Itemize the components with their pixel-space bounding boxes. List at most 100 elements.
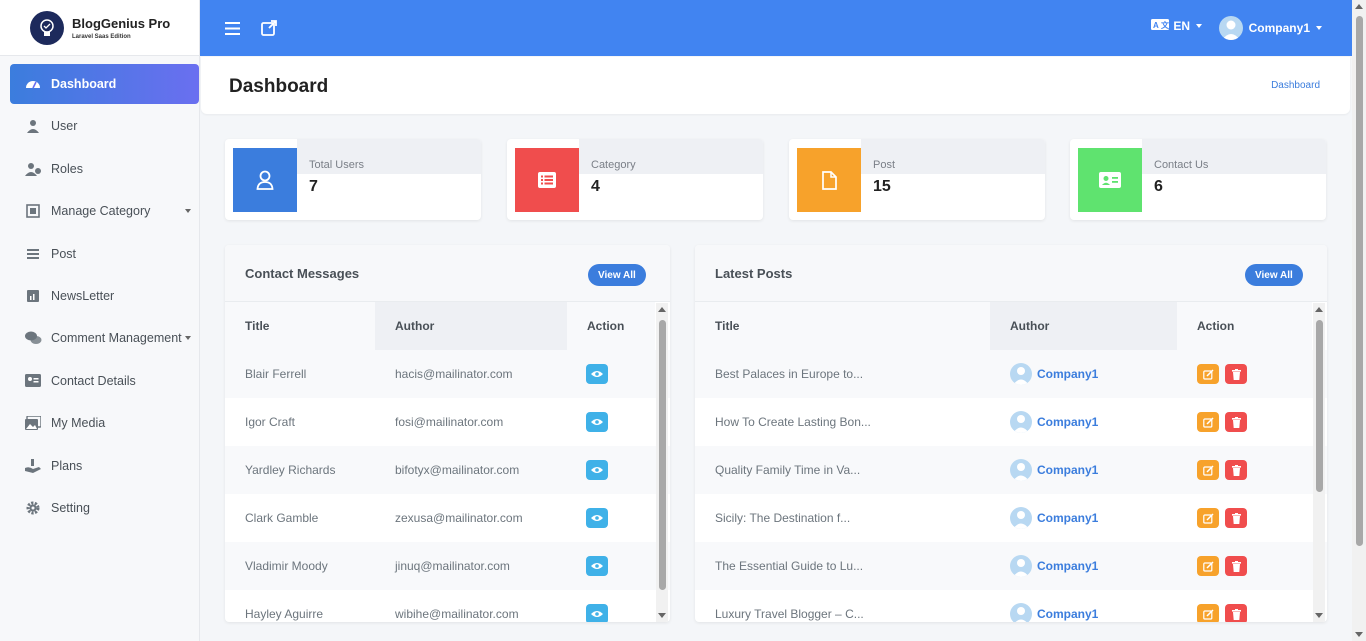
sidebar-item-dashboard[interactable]: Dashboard xyxy=(10,64,199,104)
dashboard-icon xyxy=(24,75,42,93)
eye-icon xyxy=(591,515,603,521)
id-card-icon xyxy=(1078,148,1142,212)
user-menu[interactable]: Company1 xyxy=(1218,16,1322,40)
table-header: Title Author Action xyxy=(225,302,670,350)
author-link[interactable]: Company1 xyxy=(1037,415,1098,429)
stat-label: Post xyxy=(873,159,896,171)
page-scrollbar[interactable] xyxy=(1352,0,1366,641)
table-row: Igor Craft fosi@mailinator.com xyxy=(225,398,670,446)
author-link[interactable]: Company1 xyxy=(1037,607,1098,621)
avatar xyxy=(1218,16,1243,40)
edit-button[interactable] xyxy=(1197,460,1219,480)
post-icon xyxy=(24,245,42,263)
language-label: EN xyxy=(1173,19,1190,33)
scroll-up-icon[interactable] xyxy=(658,307,666,312)
cell-author: fosi@mailinator.com xyxy=(395,415,504,429)
svg-text:A: A xyxy=(1153,21,1159,30)
author-link[interactable]: Company1 xyxy=(1037,463,1098,477)
external-link-icon[interactable] xyxy=(260,19,278,37)
sidebar-item-label: My Media xyxy=(51,416,106,431)
edit-icon xyxy=(1202,368,1214,380)
stat-card-category[interactable]: Category 4 xyxy=(507,139,763,220)
edit-button[interactable] xyxy=(1197,508,1219,528)
delete-button[interactable] xyxy=(1225,508,1247,528)
avatar xyxy=(1010,555,1032,577)
author-link[interactable]: Company1 xyxy=(1037,367,1098,381)
scrollbar-thumb[interactable] xyxy=(1316,320,1323,492)
scroll-down-icon[interactable] xyxy=(1315,613,1323,618)
column-header: Action xyxy=(567,302,655,350)
breadcrumb[interactable]: Dashboard xyxy=(1271,80,1320,91)
avatar xyxy=(1010,411,1032,433)
sidebar-item-manage-category[interactable]: Manage Category xyxy=(10,191,199,231)
edit-button[interactable] xyxy=(1197,604,1219,622)
page-header: Dashboard Dashboard xyxy=(201,57,1350,114)
table-scrollbar[interactable] xyxy=(1313,303,1325,622)
user-icon xyxy=(24,117,42,135)
column-header[interactable]: Author xyxy=(990,302,1177,350)
sidebar-item-label: Manage Category xyxy=(51,204,151,219)
column-header[interactable]: Title xyxy=(225,302,375,350)
user-outline-icon xyxy=(233,148,297,212)
table-body: Blair Ferrell hacis@mailinator.com Igor … xyxy=(225,350,670,622)
scroll-down-icon[interactable] xyxy=(658,613,666,618)
delete-button[interactable] xyxy=(1225,460,1247,480)
sidebar-item-comment-management[interactable]: Comment Management xyxy=(10,318,199,358)
view-button[interactable] xyxy=(586,412,608,432)
stat-card-post[interactable]: Post 15 xyxy=(789,139,1045,220)
view-button[interactable] xyxy=(586,604,608,622)
sidebar-item-roles[interactable]: Roles xyxy=(10,149,199,189)
view-button[interactable] xyxy=(586,460,608,480)
language-selector[interactable]: A文 EN xyxy=(1151,19,1202,33)
edit-button[interactable] xyxy=(1197,556,1219,576)
scroll-up-icon[interactable] xyxy=(1355,4,1363,9)
table-row: Clark Gamble zexusa@mailinator.com xyxy=(225,494,670,542)
view-button[interactable] xyxy=(586,364,608,384)
eye-icon xyxy=(591,371,603,377)
delete-button[interactable] xyxy=(1225,364,1247,384)
view-button[interactable] xyxy=(586,556,608,576)
edit-button[interactable] xyxy=(1197,364,1219,384)
delete-button[interactable] xyxy=(1225,604,1247,622)
chevron-down-icon xyxy=(185,336,191,341)
scroll-down-icon[interactable] xyxy=(1355,632,1363,637)
sidebar-item-my-media[interactable]: My Media xyxy=(10,403,199,443)
eye-icon xyxy=(591,467,603,473)
column-header: Action xyxy=(1177,302,1312,350)
sidebar-item-label: Dashboard xyxy=(51,77,117,91)
brand[interactable]: BlogGenius Pro Laravel Saas Edition xyxy=(0,0,199,56)
author-link[interactable]: Company1 xyxy=(1037,511,1098,525)
delete-button[interactable] xyxy=(1225,556,1247,576)
table-row: Hayley Aguirre wibihe@mailinator.com xyxy=(225,590,670,622)
sidebar-item-contact-details[interactable]: Contact Details xyxy=(10,361,199,401)
table-scrollbar[interactable] xyxy=(656,303,668,622)
scrollbar-thumb[interactable] xyxy=(1356,16,1363,546)
brand-name: BlogGenius Pro xyxy=(72,15,171,31)
edit-button[interactable] xyxy=(1197,412,1219,432)
brand-logo xyxy=(30,10,64,45)
chevron-down-icon xyxy=(1196,24,1202,28)
stat-card-contact-us[interactable]: Contact Us 6 xyxy=(1070,139,1326,220)
sidebar-item-label: Comment Management xyxy=(51,331,182,346)
menu-toggle-icon[interactable] xyxy=(223,19,241,37)
author-link[interactable]: Company1 xyxy=(1037,559,1098,573)
scroll-up-icon[interactable] xyxy=(1315,307,1323,312)
sidebar: BlogGenius Pro Laravel Saas Edition Dash… xyxy=(0,0,200,641)
scrollbar-thumb[interactable] xyxy=(659,320,666,590)
stat-card-total-users[interactable]: Total Users 7 xyxy=(225,139,481,220)
sidebar-item-plans[interactable]: Plans xyxy=(10,446,199,486)
sidebar-item-setting[interactable]: Setting xyxy=(10,488,199,528)
sidebar-item-post[interactable]: Post xyxy=(10,234,199,274)
sidebar-item-label: Setting xyxy=(51,500,90,515)
trash-icon xyxy=(1231,464,1241,476)
view-button[interactable] xyxy=(586,508,608,528)
view-all-button[interactable]: View All xyxy=(1245,264,1303,286)
list-icon xyxy=(515,148,579,212)
column-header[interactable]: Author xyxy=(375,302,567,350)
sidebar-item-newsletter[interactable]: NewsLetter xyxy=(10,276,199,316)
view-all-button[interactable]: View All xyxy=(588,264,646,286)
table-row: Quality Family Time in Va... Company1 xyxy=(695,446,1327,494)
column-header[interactable]: Title xyxy=(695,302,990,350)
sidebar-item-user[interactable]: User xyxy=(10,106,199,146)
delete-button[interactable] xyxy=(1225,412,1247,432)
